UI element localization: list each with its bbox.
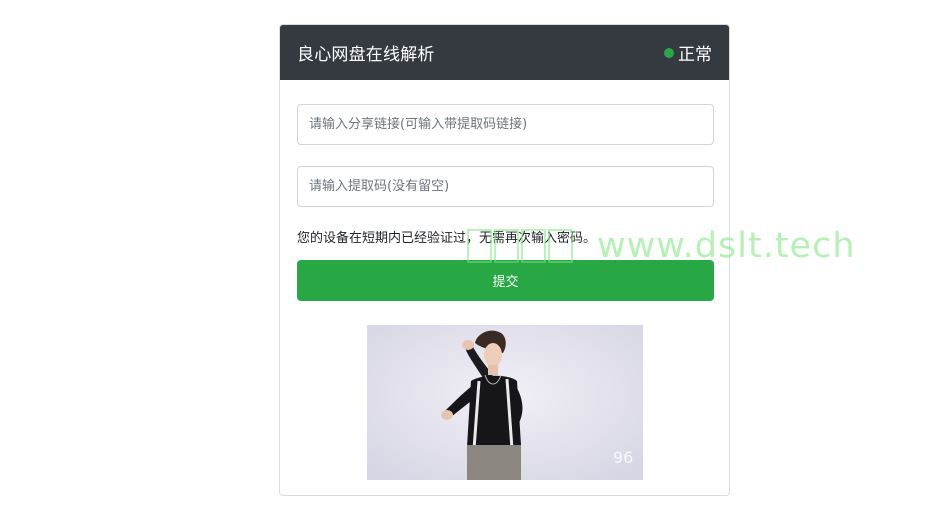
card-body: 您的设备在短期内已经验证过，无需再次输入密码。 提交 [280, 80, 729, 301]
promo-image: 96 [367, 325, 643, 480]
submit-button[interactable]: 提交 [297, 260, 714, 301]
card-header: 良心网盘在线解析 正常 [280, 25, 729, 80]
status-dot-icon [664, 47, 674, 58]
page: 良心网盘在线解析 正常 您的设备在短期内已经验证过，无需再次输入密码。 提交 [0, 0, 928, 525]
share-link-input[interactable] [297, 104, 714, 145]
verification-notice: 您的设备在短期内已经验证过，无需再次输入密码。 [297, 231, 597, 246]
parse-card: 良心网盘在线解析 正常 您的设备在短期内已经验证过，无需再次输入密码。 提交 [279, 24, 730, 496]
extract-code-input[interactable] [297, 166, 714, 207]
dancer-illustration: 96 [367, 325, 643, 480]
status-label: 正常 [678, 45, 712, 65]
page-title: 良心网盘在线解析 [297, 45, 435, 65]
image-corner-mark: 96 [613, 448, 633, 467]
status-indicator: 正常 [664, 40, 712, 65]
